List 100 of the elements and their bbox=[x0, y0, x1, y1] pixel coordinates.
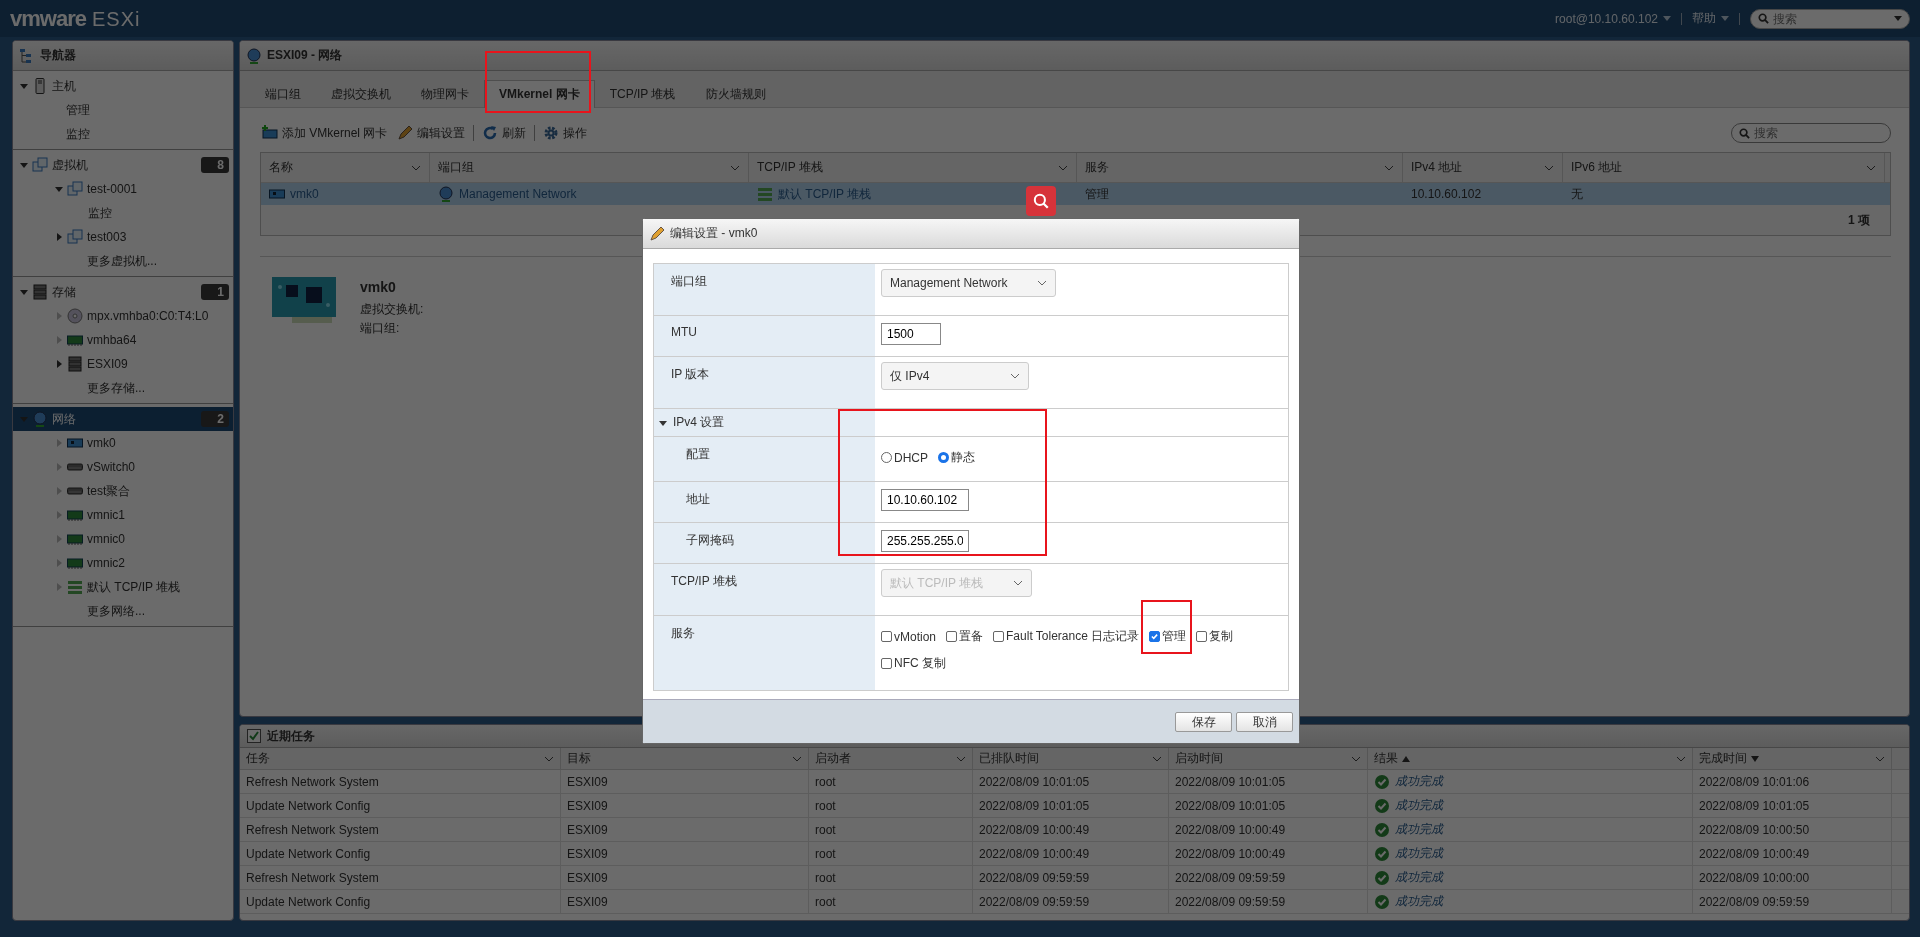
nav-item[interactable]: test-0001 bbox=[13, 177, 233, 201]
dropdown[interactable]: 仅 IPv4 bbox=[881, 362, 1029, 390]
table-cell: ESXI09 bbox=[567, 894, 608, 909]
pencil-icon bbox=[649, 225, 665, 242]
checkbox-option[interactable]: NFC 复制 bbox=[881, 655, 946, 672]
field-label: 子网掩码 bbox=[686, 532, 734, 549]
toolbar-button[interactable]: 操作 bbox=[541, 124, 590, 142]
column-header[interactable]: 目标 bbox=[561, 748, 809, 769]
table-cell: Update Network Config bbox=[246, 846, 371, 861]
nav-item[interactable]: 主机 bbox=[13, 74, 233, 98]
column-header[interactable]: 任务 bbox=[240, 748, 561, 769]
panel-title: 导航器 bbox=[40, 47, 76, 64]
column-header[interactable]: 服务 bbox=[1077, 153, 1403, 182]
toolbar-button[interactable]: 刷新 bbox=[480, 124, 529, 142]
adapter-name: vmk0 bbox=[360, 279, 397, 295]
nic-add-icon bbox=[262, 125, 278, 141]
vm-icon bbox=[32, 157, 48, 173]
nav-item[interactable]: 更多虚拟机... bbox=[13, 249, 233, 273]
server-icon bbox=[32, 78, 48, 94]
checkbox-option[interactable]: Fault Tolerance 日志记录 bbox=[993, 628, 1140, 645]
table-cell: 2022/08/09 10:00:49 bbox=[979, 822, 1090, 837]
input-field[interactable]: 1500 bbox=[881, 323, 941, 345]
toolbar-button[interactable]: 添加 VMkernel 网卡 bbox=[260, 124, 390, 142]
nav-item[interactable]: 管理 bbox=[13, 98, 233, 122]
tab[interactable]: 端口组 bbox=[250, 80, 316, 108]
table-cell: 2022/08/09 10:00:49 bbox=[1175, 846, 1286, 861]
globe-icon bbox=[246, 47, 262, 64]
column-header[interactable]: IPv6 地址 bbox=[1563, 153, 1885, 182]
table-cell: vmk0 bbox=[290, 187, 319, 201]
caret-icon[interactable] bbox=[1894, 16, 1902, 21]
radio-option[interactable]: DHCP bbox=[881, 450, 928, 465]
item-count: 1 项 bbox=[1848, 211, 1870, 229]
column-header[interactable]: IPv4 地址 bbox=[1403, 153, 1563, 182]
column-header[interactable]: 启动时间 bbox=[1169, 748, 1368, 769]
column-header[interactable]: 名称 bbox=[261, 153, 430, 182]
search-field[interactable]: 搜索 bbox=[1750, 8, 1910, 29]
nav-item[interactable]: ESXI09 bbox=[13, 352, 233, 376]
checkbox-option[interactable]: 复制 bbox=[1196, 628, 1234, 645]
nav-item[interactable]: 网络 2 bbox=[13, 407, 233, 431]
field-label: 地址 bbox=[686, 491, 710, 508]
nav-item[interactable]: 监控 bbox=[13, 201, 233, 225]
nav-item[interactable]: 更多网络... bbox=[13, 599, 233, 623]
user-menu[interactable]: root@10.10.60.102 bbox=[1555, 11, 1671, 26]
dialog-button[interactable]: 取消 bbox=[1236, 711, 1293, 732]
table-cell: root bbox=[815, 894, 836, 909]
nav-item[interactable]: 更多存储... bbox=[13, 376, 233, 400]
input-field[interactable]: 10.10.60.102 bbox=[881, 489, 969, 511]
table-cell: Update Network Config bbox=[246, 798, 371, 813]
field-label: 虚拟交换机: bbox=[360, 301, 424, 318]
tab[interactable]: TCP/IP 堆栈 bbox=[594, 80, 691, 108]
nav-item[interactable]: 监控 bbox=[13, 122, 233, 146]
table-cell: 2022/08/09 10:00:50 bbox=[1699, 822, 1810, 837]
table-cell: 2022/08/09 10:01:06 bbox=[1699, 774, 1810, 789]
table-cell: 10.10.60.102 bbox=[1411, 187, 1482, 201]
magnifier-button[interactable] bbox=[1026, 186, 1056, 216]
column-header[interactable]: 完成时间 bbox=[1693, 748, 1892, 769]
search-field[interactable]: 搜索 bbox=[1731, 123, 1891, 143]
field-label: MTU bbox=[671, 325, 697, 339]
search-icon bbox=[1739, 127, 1750, 139]
column-header[interactable]: 启动者 bbox=[809, 748, 973, 769]
column-header[interactable]: 端口组 bbox=[430, 153, 749, 182]
tab[interactable]: 物理网卡 bbox=[406, 80, 484, 108]
table-cell: ESXI09 bbox=[567, 798, 608, 813]
expand-arrow-icon[interactable] bbox=[659, 418, 667, 427]
column-header[interactable]: 已排队时间 bbox=[973, 748, 1169, 769]
table-cell: Refresh Network System bbox=[246, 774, 379, 789]
checkbox-option[interactable]: 管理 bbox=[1149, 628, 1187, 645]
table-cell: 2022/08/09 10:00:49 bbox=[979, 846, 1090, 861]
checkbox-option[interactable]: 置备 bbox=[946, 628, 984, 645]
stack-icon bbox=[757, 186, 773, 202]
tab[interactable]: 防火墙规则 bbox=[690, 80, 781, 108]
panel-title: 近期任务 bbox=[267, 727, 315, 745]
count-badge: 2 bbox=[201, 411, 229, 427]
dialog-button[interactable]: 保存 bbox=[1175, 711, 1232, 732]
table-row[interactable]: vmk0 Management Network 默认 TCP/IP 堆栈 管理 10.10.60.102 无 bbox=[261, 183, 1890, 205]
nav-item[interactable]: 存储 1 bbox=[13, 280, 233, 304]
table-cell: 管理 bbox=[1085, 185, 1109, 203]
radio-option[interactable]: 静态 bbox=[938, 449, 975, 466]
nav-item[interactable]: 虚拟机 8 bbox=[13, 153, 233, 177]
help-menu[interactable]: 帮助 bbox=[1692, 10, 1729, 27]
tab[interactable]: 虚拟交换机 bbox=[316, 80, 406, 108]
checkbox-option[interactable]: vMotion bbox=[881, 629, 937, 644]
table-cell: ESXI09 bbox=[567, 870, 608, 885]
dropdown[interactable]: Management Network bbox=[881, 269, 1057, 297]
table-cell: 2022/08/09 10:01:05 bbox=[1175, 774, 1286, 789]
table-cell: 2022/08/09 09:59:59 bbox=[979, 894, 1090, 909]
input-field[interactable]: 255.255.255.0 bbox=[881, 530, 969, 552]
product-name: ESXi bbox=[91, 7, 141, 31]
column-header[interactable]: 结果 bbox=[1368, 748, 1693, 769]
field-label: IP 版本 bbox=[671, 366, 710, 383]
table-cell: ESXI09 bbox=[567, 846, 608, 861]
table-cell: root bbox=[815, 846, 836, 861]
nav-item[interactable]: test003 bbox=[13, 225, 233, 249]
chevron-icon bbox=[411, 164, 421, 171]
disc-icon bbox=[67, 308, 83, 324]
column-header[interactable]: TCP/IP 堆栈 bbox=[749, 153, 1077, 182]
table-cell: 2022/08/09 09:59:59 bbox=[1175, 894, 1286, 909]
tab[interactable]: VMkernel 网卡 bbox=[484, 80, 595, 108]
table-cell: 成功完成 bbox=[1395, 773, 1443, 790]
toolbar-button[interactable]: 编辑设置 bbox=[395, 124, 468, 142]
